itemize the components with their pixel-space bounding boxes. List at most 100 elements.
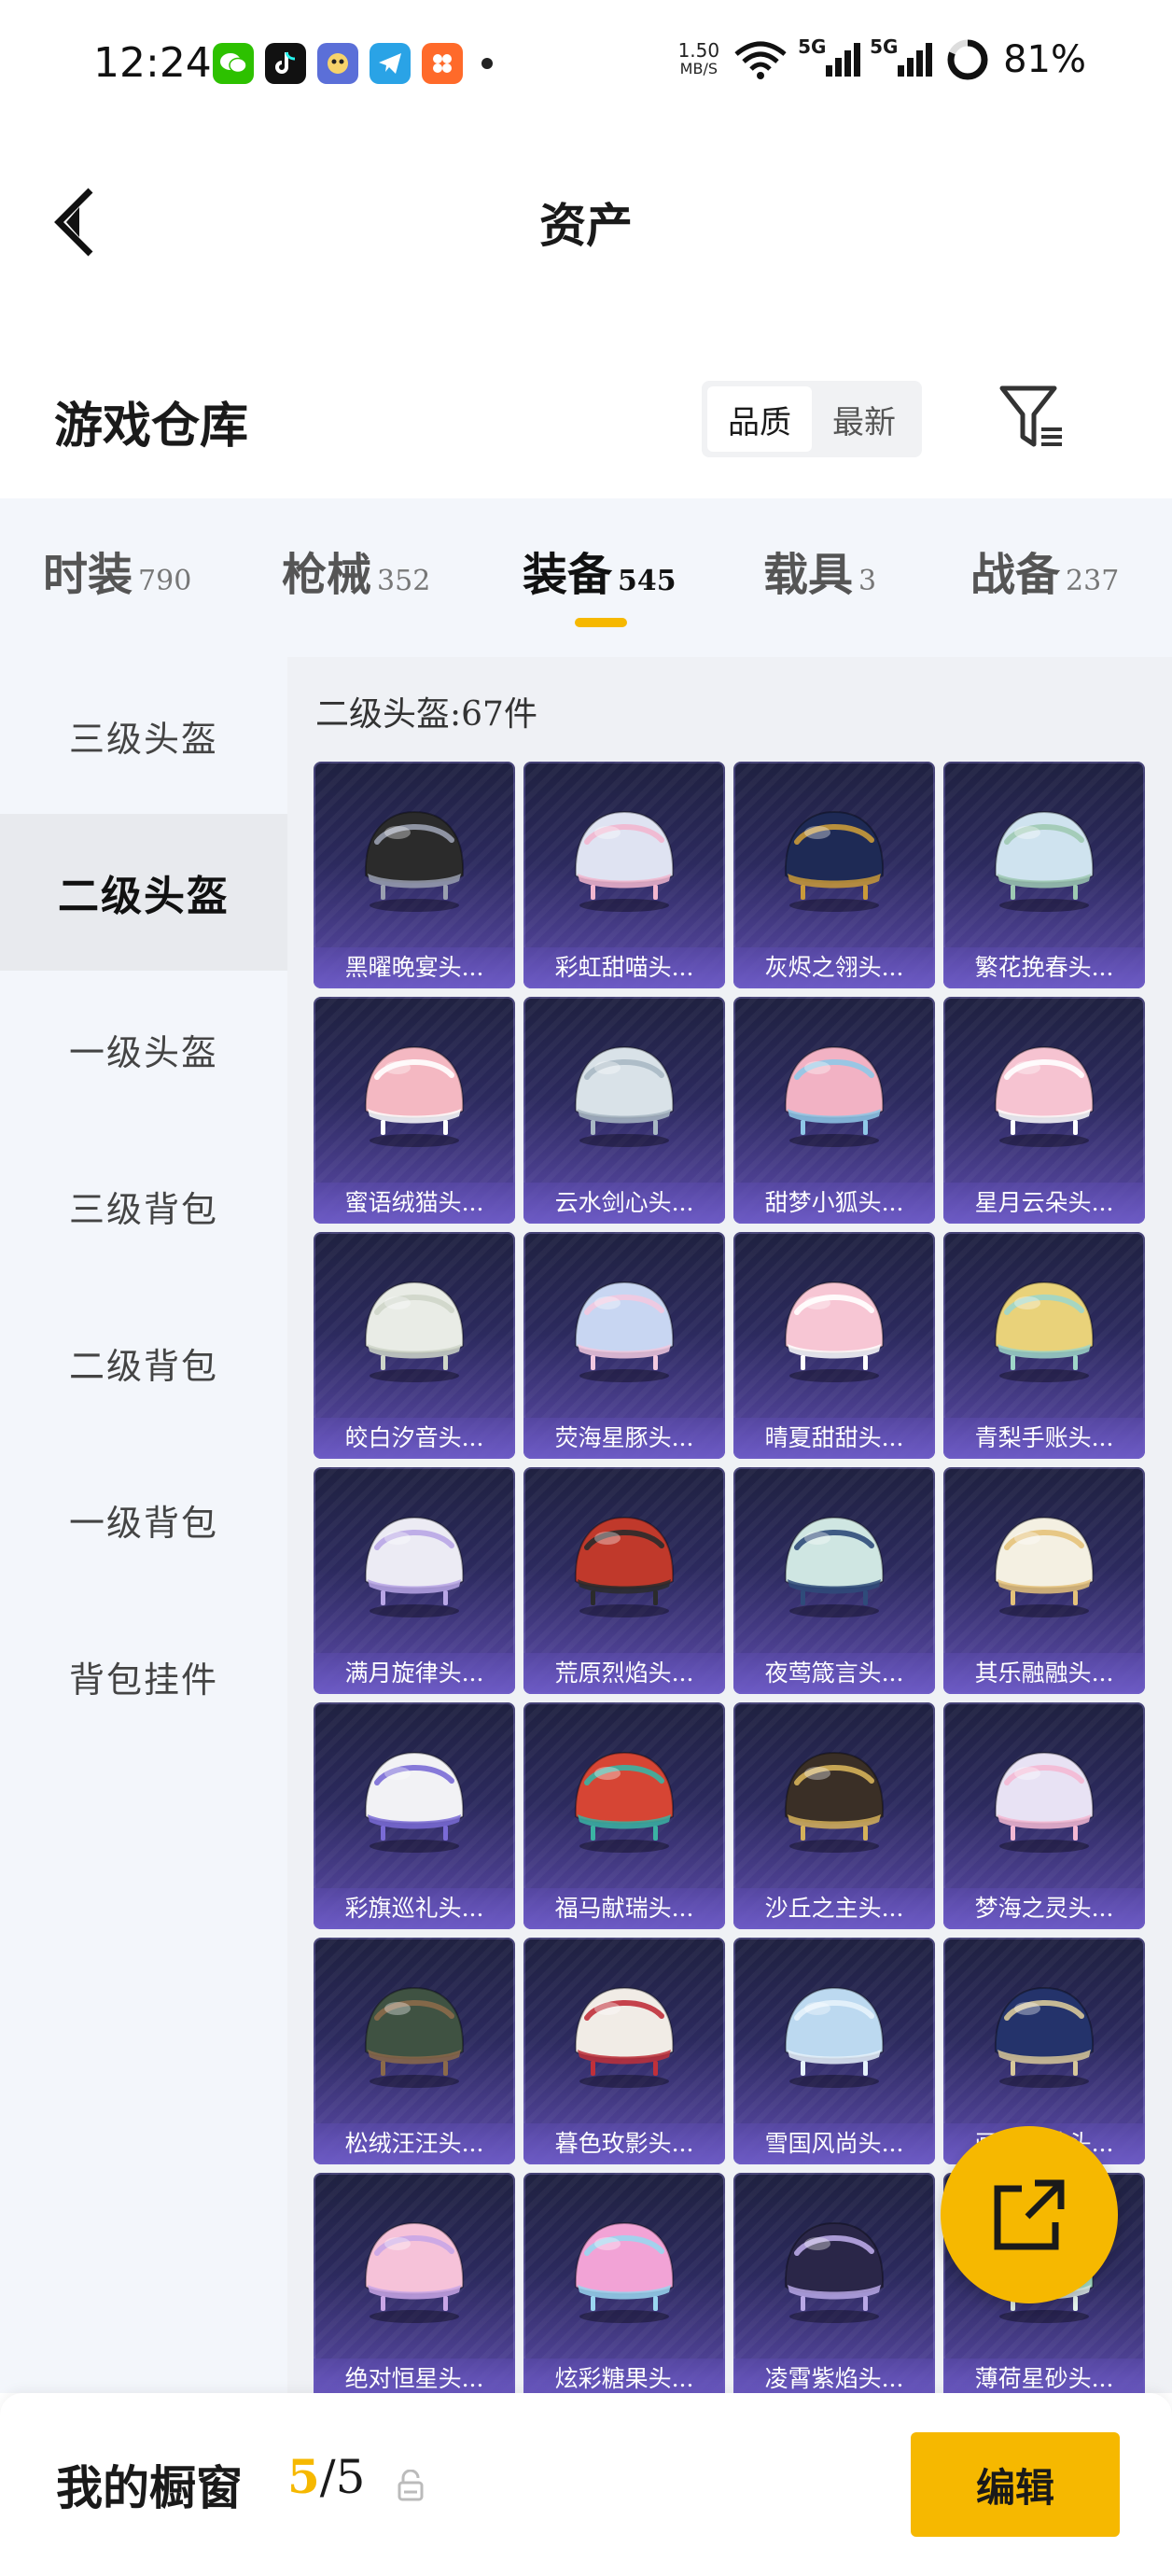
helmet-icon bbox=[784, 1281, 885, 1382]
net-speed: 1.50 MB/S bbox=[678, 41, 720, 78]
item-card[interactable]: 繁花挽春头... bbox=[943, 762, 1145, 988]
sidenav-item-level3-helmet[interactable]: 三级头盔 bbox=[0, 657, 287, 814]
item-name: 炫彩糖果头... bbox=[523, 2359, 725, 2393]
item-name: 晴夏甜甜头... bbox=[733, 1418, 935, 1459]
item-card[interactable]: 满月旋律头... bbox=[314, 1467, 515, 1694]
helmet-icon bbox=[364, 1986, 465, 2088]
item-name: 星月云朵头... bbox=[943, 1183, 1145, 1224]
helmet-icon bbox=[994, 1045, 1095, 1147]
helmet-icon bbox=[784, 1986, 885, 2088]
item-card[interactable]: 黑曜晚宴头... bbox=[314, 762, 515, 988]
filter-button[interactable] bbox=[998, 383, 1066, 454]
item-card[interactable]: 梦海之灵头... bbox=[943, 1702, 1145, 1929]
item-card[interactable]: 云水剑心头... bbox=[523, 997, 725, 1224]
tab-equipment[interactable]: 装备 545 bbox=[523, 538, 677, 603]
item-card[interactable]: 荒原烈焰头... bbox=[523, 1467, 725, 1694]
sort-toggle: 品质 最新 bbox=[702, 381, 922, 457]
sidenav-item-level2-backpack[interactable]: 二级背包 bbox=[0, 1284, 287, 1441]
net-speed-unit: MB/S bbox=[679, 60, 718, 77]
net-speed-value: 1.50 bbox=[677, 39, 720, 62]
sidenav-item-level3-backpack[interactable]: 三级背包 bbox=[0, 1127, 287, 1284]
item-card[interactable]: 星月云朵头... bbox=[943, 997, 1145, 1224]
item-card[interactable]: 雪国风尚头... bbox=[733, 1938, 935, 2164]
item-card[interactable]: 蜜语绒猫头... bbox=[314, 997, 515, 1224]
sidenav-item-backpack-charm[interactable]: 背包挂件 bbox=[0, 1598, 287, 1755]
edit-button[interactable]: 编辑 bbox=[911, 2432, 1120, 2537]
item-card[interactable]: 灰烬之翎头... bbox=[733, 762, 935, 988]
showcase-count: 5/5 bbox=[287, 2449, 365, 2504]
helmet-icon bbox=[784, 1751, 885, 1853]
signal-icon-1: 5G bbox=[798, 35, 861, 77]
item-name: 彩旗巡礼头... bbox=[314, 1888, 515, 1929]
tab-weapons[interactable]: 枪械 352 bbox=[282, 538, 430, 603]
tab-vehicles[interactable]: 载具 3 bbox=[763, 538, 876, 603]
showcase-current: 5 bbox=[287, 2449, 320, 2504]
item-card[interactable]: 暮色玫影头... bbox=[523, 1938, 725, 2164]
item-name: 蜜语绒猫头... bbox=[314, 1183, 515, 1224]
item-card[interactable]: 彩虹甜喵头... bbox=[523, 762, 725, 988]
tab-supplies[interactable]: 战备 237 bbox=[970, 538, 1119, 603]
showcase-total: /5 bbox=[319, 2450, 366, 2504]
item-card[interactable]: 彩旗巡礼头... bbox=[314, 1702, 515, 1929]
item-card[interactable]: 荧海星豚头... bbox=[523, 1232, 725, 1459]
helmet-icon bbox=[994, 1986, 1095, 2088]
helmet-icon bbox=[364, 1751, 465, 1853]
helmet-icon bbox=[784, 1516, 885, 1617]
helmet-icon bbox=[364, 1045, 465, 1147]
tab-count: 237 bbox=[1066, 565, 1120, 597]
item-card[interactable]: 福马献瑞头... bbox=[523, 1702, 725, 1929]
category-tabs: 时装 790 枪械 352 装备 545 载具 3 战备 237 bbox=[0, 498, 1172, 657]
helmet-icon bbox=[784, 810, 885, 912]
tab-count: 352 bbox=[377, 565, 431, 597]
item-card[interactable]: 炫彩糖果头... bbox=[523, 2173, 725, 2393]
item-card[interactable]: 夜莺箴言头... bbox=[733, 1467, 935, 1694]
item-card[interactable]: 绝对恒星头... bbox=[314, 2173, 515, 2393]
sidenav-item-level1-backpack[interactable]: 一级背包 bbox=[0, 1441, 287, 1598]
helmet-icon bbox=[364, 1516, 465, 1617]
item-name: 云水剑心头... bbox=[523, 1183, 725, 1224]
active-tab-indicator bbox=[575, 618, 627, 627]
notification-icons bbox=[213, 43, 493, 84]
tab-label: 战备 bbox=[970, 549, 1061, 601]
helmet-icon bbox=[784, 1045, 885, 1147]
warehouse-title: 游戏仓库 bbox=[54, 398, 249, 455]
helmet-icon bbox=[994, 1516, 1095, 1617]
item-card[interactable]: 晴夏甜甜头... bbox=[733, 1232, 935, 1459]
helmet-icon bbox=[364, 1281, 465, 1382]
telegram-icon bbox=[370, 43, 411, 84]
item-name: 沙丘之主头... bbox=[733, 1888, 935, 1929]
tab-label: 载具 bbox=[763, 549, 854, 601]
lock-icon bbox=[398, 2470, 424, 2501]
item-name: 梦海之灵头... bbox=[943, 1888, 1145, 1929]
showcase-bar: 我的橱窗 5/5 编辑 bbox=[0, 2393, 1172, 2576]
item-name: 暮色玫影头... bbox=[523, 2123, 725, 2164]
tab-count: 790 bbox=[138, 565, 192, 597]
item-card[interactable]: 甜梦小狐头... bbox=[733, 997, 935, 1224]
tab-count: 545 bbox=[618, 565, 677, 597]
item-card[interactable]: 其乐融融头... bbox=[943, 1467, 1145, 1694]
sort-quality-option[interactable]: 品质 bbox=[707, 386, 812, 452]
filter-icon bbox=[999, 385, 1062, 447]
dot-icon bbox=[481, 58, 493, 69]
item-count-label: 二级头盔:67件 bbox=[315, 695, 537, 734]
item-name: 繁花挽春头... bbox=[943, 947, 1145, 988]
page-title: 资产 bbox=[539, 198, 633, 253]
signal-label-1: 5G bbox=[798, 35, 827, 58]
item-card[interactable]: 松绒汪汪头... bbox=[314, 1938, 515, 2164]
item-name: 青梨手账头... bbox=[943, 1418, 1145, 1459]
tab-fashion[interactable]: 时装 790 bbox=[43, 538, 191, 603]
item-card[interactable]: 沙丘之主头... bbox=[733, 1702, 935, 1929]
sidenav-item-level1-helmet[interactable]: 一级头盔 bbox=[0, 971, 287, 1127]
helmet-icon bbox=[574, 1751, 675, 1853]
tab-label: 枪械 bbox=[282, 549, 372, 601]
sort-latest-option[interactable]: 最新 bbox=[812, 386, 916, 452]
item-card[interactable]: 凌霄紫焰头... bbox=[733, 2173, 935, 2393]
battery-icon bbox=[947, 39, 988, 80]
sidenav-item-level2-helmet[interactable]: 二级头盔 bbox=[0, 814, 287, 971]
item-card[interactable]: 青梨手账头... bbox=[943, 1232, 1145, 1459]
status-right: 1.50 MB/S 5G 5G 81% bbox=[678, 35, 1086, 82]
item-card[interactable]: 皎白汐音头... bbox=[314, 1232, 515, 1459]
helmet-icon bbox=[574, 1516, 675, 1617]
helmet-icon bbox=[574, 1986, 675, 2088]
share-button[interactable] bbox=[941, 2126, 1118, 2303]
